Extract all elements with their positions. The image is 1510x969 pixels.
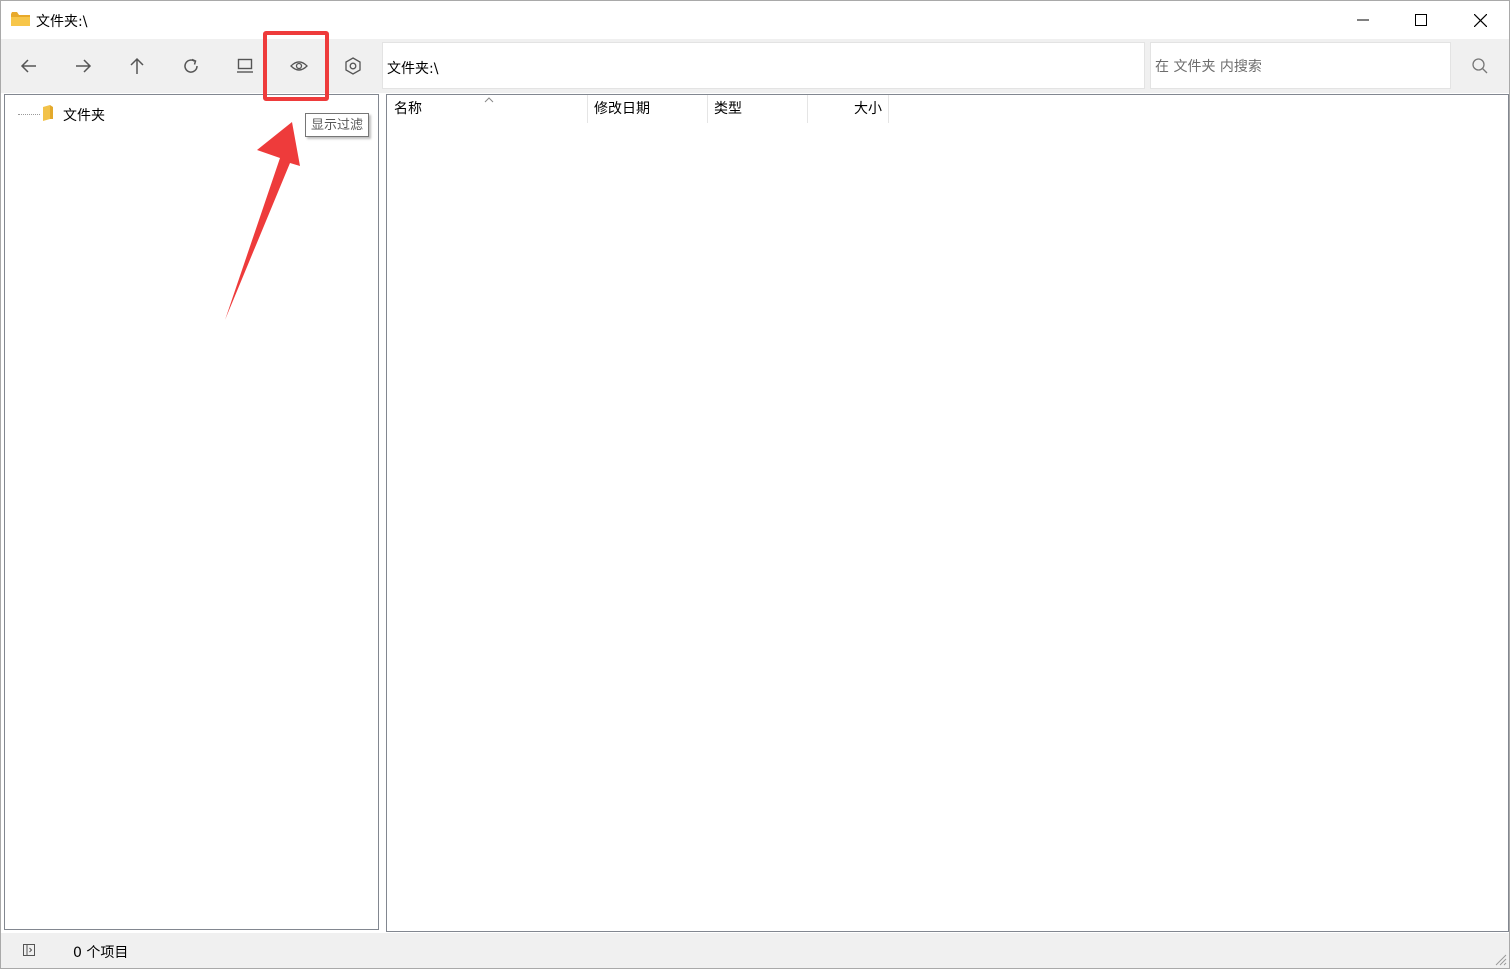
explorer-window: 文件夹:\ 文件夹:\ 在 文件夹 内搜索 文件夹 名称 修改日期 类型 大小 … [0, 0, 1510, 969]
tree-item-folder[interactable]: 文件夹 [63, 105, 105, 125]
search-input[interactable] [1153, 55, 1447, 79]
address-text: 文件夹:\ [387, 61, 439, 77]
settings-hex-icon [345, 57, 361, 75]
item-count: 0 个项目 [73, 945, 129, 961]
title-bar[interactable]: 文件夹:\ [1, 1, 1509, 39]
toolbar: 文件夹:\ [1, 39, 1509, 93]
search-button[interactable] [1456, 42, 1504, 90]
view-icon [237, 58, 253, 73]
highlight-box [263, 31, 329, 101]
column-header-name[interactable]: 名称 [387, 95, 588, 123]
column-header-size[interactable]: 大小 [808, 95, 889, 123]
search-icon [1472, 58, 1488, 74]
close-icon [1473, 13, 1487, 27]
forward-button[interactable] [58, 42, 108, 90]
forward-arrow-icon [76, 59, 92, 73]
folder-icon [11, 12, 30, 27]
refresh-icon [184, 58, 198, 73]
maximize-icon [1415, 14, 1427, 26]
close-button[interactable] [1451, 1, 1509, 39]
settings-button[interactable] [328, 42, 378, 90]
resize-grip-icon[interactable] [1493, 952, 1507, 966]
tooltip: 显示过滤 [305, 113, 370, 137]
minimize-icon [1357, 19, 1369, 21]
window-title: 文件夹:\ [36, 14, 88, 30]
status-bar: 0 个项目 [1, 933, 1509, 968]
column-name-label: 名称 [394, 101, 422, 117]
folder-icon [41, 105, 55, 121]
tree-connector [18, 114, 40, 115]
column-header-date[interactable]: 修改日期 [588, 95, 708, 123]
back-arrow-icon [20, 59, 36, 73]
refresh-button[interactable] [166, 42, 216, 90]
address-bar[interactable]: 文件夹:\ [382, 42, 1145, 89]
sort-ascending-icon [484, 97, 494, 103]
up-button[interactable] [112, 42, 162, 90]
search-box[interactable] [1150, 42, 1451, 89]
up-arrow-icon [130, 57, 144, 74]
back-button[interactable] [4, 42, 54, 90]
minimize-button[interactable] [1334, 1, 1392, 39]
maximize-button[interactable] [1392, 1, 1450, 39]
folder-tree[interactable]: 文件夹 [4, 94, 379, 930]
column-header-type[interactable]: 类型 [708, 95, 808, 123]
file-list[interactable]: 名称 修改日期 类型 大小 [386, 94, 1509, 932]
toggle-pane-icon[interactable] [21, 942, 37, 958]
